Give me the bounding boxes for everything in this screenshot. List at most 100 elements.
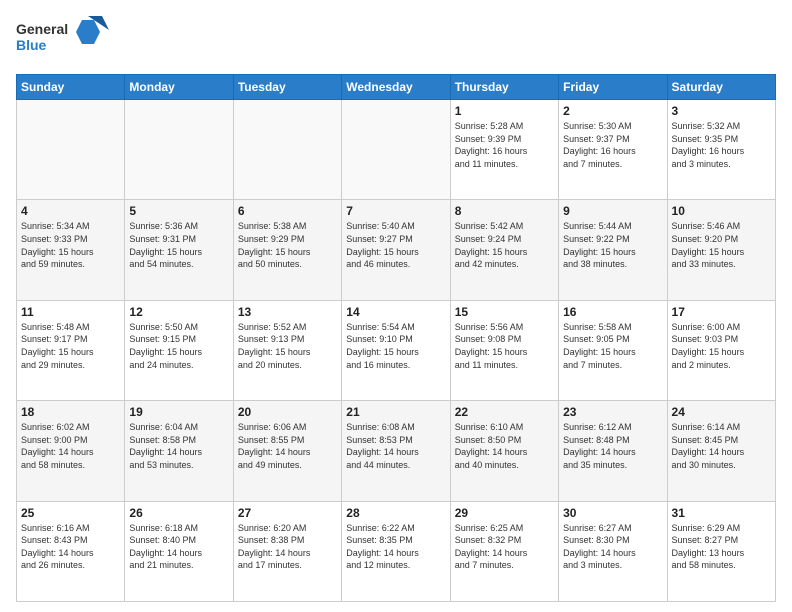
day-header-friday: Friday bbox=[559, 75, 667, 100]
day-header-sunday: Sunday bbox=[17, 75, 125, 100]
day-info: Sunrise: 6:18 AM Sunset: 8:40 PM Dayligh… bbox=[129, 522, 228, 572]
day-header-thursday: Thursday bbox=[450, 75, 558, 100]
day-info: Sunrise: 6:22 AM Sunset: 8:35 PM Dayligh… bbox=[346, 522, 445, 572]
day-number: 10 bbox=[672, 204, 771, 218]
calendar-cell: 24 Sunrise: 6:14 AM Sunset: 8:45 PM Dayli… bbox=[667, 401, 775, 501]
logo: General Blue bbox=[16, 16, 111, 66]
day-number: 13 bbox=[238, 305, 337, 319]
calendar-cell: 4 Sunrise: 5:34 AM Sunset: 9:33 PM Daylig… bbox=[17, 200, 125, 300]
logo-icon: General Blue bbox=[16, 16, 111, 61]
day-number: 4 bbox=[21, 204, 120, 218]
calendar-cell bbox=[233, 100, 341, 200]
day-info: Sunrise: 6:25 AM Sunset: 8:32 PM Dayligh… bbox=[455, 522, 554, 572]
calendar-week-2: 4 Sunrise: 5:34 AM Sunset: 9:33 PM Daylig… bbox=[17, 200, 776, 300]
day-number: 6 bbox=[238, 204, 337, 218]
day-info: Sunrise: 6:14 AM Sunset: 8:45 PM Dayligh… bbox=[672, 421, 771, 471]
calendar-week-3: 11 Sunrise: 5:48 AM Sunset: 9:17 PM Dayli… bbox=[17, 300, 776, 400]
calendar-cell: 9 Sunrise: 5:44 AM Sunset: 9:22 PM Daylig… bbox=[559, 200, 667, 300]
calendar-week-4: 18Sunrise: 6:02 AM Sunset: 9:00 PM Dayli… bbox=[17, 401, 776, 501]
calendar-cell: 2 Sunrise: 5:30 AM Sunset: 9:37 PM Daylig… bbox=[559, 100, 667, 200]
day-number: 15 bbox=[455, 305, 554, 319]
day-info: Sunrise: 5:46 AM Sunset: 9:20 PM Dayligh… bbox=[672, 220, 771, 270]
day-info: Sunrise: 5:40 AM Sunset: 9:27 PM Dayligh… bbox=[346, 220, 445, 270]
day-number: 25 bbox=[21, 506, 120, 520]
day-number: 11 bbox=[21, 305, 120, 319]
day-header-tuesday: Tuesday bbox=[233, 75, 341, 100]
day-number: 18 bbox=[21, 405, 120, 419]
calendar-table: SundayMondayTuesdayWednesdayThursdayFrid… bbox=[16, 74, 776, 602]
calendar-cell: 10 Sunrise: 5:46 AM Sunset: 9:20 PM Dayli… bbox=[667, 200, 775, 300]
calendar-cell bbox=[17, 100, 125, 200]
day-info: Sunrise: 6:04 AM Sunset: 8:58 PM Dayligh… bbox=[129, 421, 228, 471]
calendar-cell: 14 Sunrise: 5:54 AM Sunset: 9:10 PM Dayli… bbox=[342, 300, 450, 400]
day-number: 9 bbox=[563, 204, 662, 218]
calendar-cell: 29Sunrise: 6:25 AM Sunset: 8:32 PM Dayli… bbox=[450, 501, 558, 601]
day-number: 22 bbox=[455, 405, 554, 419]
day-number: 3 bbox=[672, 104, 771, 118]
calendar-cell: 21 Sunrise: 6:08 AM Sunset: 8:53 PM Dayli… bbox=[342, 401, 450, 501]
day-number: 12 bbox=[129, 305, 228, 319]
day-number: 24 bbox=[672, 405, 771, 419]
day-info: Sunrise: 5:54 AM Sunset: 9:10 PM Dayligh… bbox=[346, 321, 445, 371]
calendar-cell: 15 Sunrise: 5:56 AM Sunset: 9:08 PM Dayli… bbox=[450, 300, 558, 400]
calendar-cell: 7 Sunrise: 5:40 AM Sunset: 9:27 PM Daylig… bbox=[342, 200, 450, 300]
day-info: Sunrise: 6:16 AM Sunset: 8:43 PM Dayligh… bbox=[21, 522, 120, 572]
calendar-cell: 30 Sunrise: 6:27 AM Sunset: 8:30 PM Dayli… bbox=[559, 501, 667, 601]
day-info: Sunrise: 6:10 AM Sunset: 8:50 PM Dayligh… bbox=[455, 421, 554, 471]
day-number: 28 bbox=[346, 506, 445, 520]
day-number: 20 bbox=[238, 405, 337, 419]
day-number: 7 bbox=[346, 204, 445, 218]
day-info: Sunrise: 6:00 AM Sunset: 9:03 PM Dayligh… bbox=[672, 321, 771, 371]
day-info: Sunrise: 5:42 AM Sunset: 9:24 PM Dayligh… bbox=[455, 220, 554, 270]
calendar-cell: 31 Sunrise: 6:29 AM Sunset: 8:27 PM Dayli… bbox=[667, 501, 775, 601]
calendar-cell bbox=[125, 100, 233, 200]
calendar-cell: 28 Sunrise: 6:22 AM Sunset: 8:35 PM Dayli… bbox=[342, 501, 450, 601]
day-info: Sunrise: 5:38 AM Sunset: 9:29 PM Dayligh… bbox=[238, 220, 337, 270]
calendar-cell: 6 Sunrise: 5:38 AM Sunset: 9:29 PM Daylig… bbox=[233, 200, 341, 300]
calendar-cell: 3Sunrise: 5:32 AM Sunset: 9:35 PM Daylig… bbox=[667, 100, 775, 200]
day-number: 27 bbox=[238, 506, 337, 520]
calendar-cell bbox=[342, 100, 450, 200]
calendar-cell: 16Sunrise: 5:58 AM Sunset: 9:05 PM Dayli… bbox=[559, 300, 667, 400]
calendar-cell: 5Sunrise: 5:36 AM Sunset: 9:31 PM Daylig… bbox=[125, 200, 233, 300]
calendar-week-1: 1Sunrise: 5:28 AM Sunset: 9:39 PM Daylig… bbox=[17, 100, 776, 200]
day-header-wednesday: Wednesday bbox=[342, 75, 450, 100]
day-number: 31 bbox=[672, 506, 771, 520]
day-number: 17 bbox=[672, 305, 771, 319]
svg-text:General: General bbox=[16, 21, 68, 37]
day-info: Sunrise: 5:50 AM Sunset: 9:15 PM Dayligh… bbox=[129, 321, 228, 371]
day-number: 8 bbox=[455, 204, 554, 218]
day-number: 26 bbox=[129, 506, 228, 520]
day-info: Sunrise: 5:58 AM Sunset: 9:05 PM Dayligh… bbox=[563, 321, 662, 371]
calendar-cell: 27 Sunrise: 6:20 AM Sunset: 8:38 PM Dayli… bbox=[233, 501, 341, 601]
calendar-week-5: 25 Sunrise: 6:16 AM Sunset: 8:43 PM Dayli… bbox=[17, 501, 776, 601]
day-number: 23 bbox=[563, 405, 662, 419]
calendar-header-row: SundayMondayTuesdayWednesdayThursdayFrid… bbox=[17, 75, 776, 100]
day-info: Sunrise: 5:52 AM Sunset: 9:13 PM Dayligh… bbox=[238, 321, 337, 371]
calendar-cell: 11 Sunrise: 5:48 AM Sunset: 9:17 PM Dayli… bbox=[17, 300, 125, 400]
day-info: Sunrise: 5:56 AM Sunset: 9:08 PM Dayligh… bbox=[455, 321, 554, 371]
day-info: Sunrise: 6:20 AM Sunset: 8:38 PM Dayligh… bbox=[238, 522, 337, 572]
calendar-cell: 22 Sunrise: 6:10 AM Sunset: 8:50 PM Dayli… bbox=[450, 401, 558, 501]
day-number: 2 bbox=[563, 104, 662, 118]
calendar-cell: 17 Sunrise: 6:00 AM Sunset: 9:03 PM Dayli… bbox=[667, 300, 775, 400]
day-info: Sunrise: 5:36 AM Sunset: 9:31 PM Dayligh… bbox=[129, 220, 228, 270]
day-info: Sunrise: 6:12 AM Sunset: 8:48 PM Dayligh… bbox=[563, 421, 662, 471]
day-info: Sunrise: 5:28 AM Sunset: 9:39 PM Dayligh… bbox=[455, 120, 554, 170]
day-info: Sunrise: 6:27 AM Sunset: 8:30 PM Dayligh… bbox=[563, 522, 662, 572]
day-info: Sunrise: 5:34 AM Sunset: 9:33 PM Dayligh… bbox=[21, 220, 120, 270]
day-number: 21 bbox=[346, 405, 445, 419]
calendar-cell: 1Sunrise: 5:28 AM Sunset: 9:39 PM Daylig… bbox=[450, 100, 558, 200]
calendar-cell: 25 Sunrise: 6:16 AM Sunset: 8:43 PM Dayli… bbox=[17, 501, 125, 601]
calendar-cell: 23 Sunrise: 6:12 AM Sunset: 8:48 PM Dayli… bbox=[559, 401, 667, 501]
day-number: 30 bbox=[563, 506, 662, 520]
day-header-monday: Monday bbox=[125, 75, 233, 100]
calendar-cell: 8 Sunrise: 5:42 AM Sunset: 9:24 PM Daylig… bbox=[450, 200, 558, 300]
calendar-cell: 18Sunrise: 6:02 AM Sunset: 9:00 PM Dayli… bbox=[17, 401, 125, 501]
day-number: 14 bbox=[346, 305, 445, 319]
day-info: Sunrise: 5:48 AM Sunset: 9:17 PM Dayligh… bbox=[21, 321, 120, 371]
day-info: Sunrise: 6:29 AM Sunset: 8:27 PM Dayligh… bbox=[672, 522, 771, 572]
day-info: Sunrise: 5:30 AM Sunset: 9:37 PM Dayligh… bbox=[563, 120, 662, 170]
day-info: Sunrise: 6:08 AM Sunset: 8:53 PM Dayligh… bbox=[346, 421, 445, 471]
day-info: Sunrise: 5:44 AM Sunset: 9:22 PM Dayligh… bbox=[563, 220, 662, 270]
